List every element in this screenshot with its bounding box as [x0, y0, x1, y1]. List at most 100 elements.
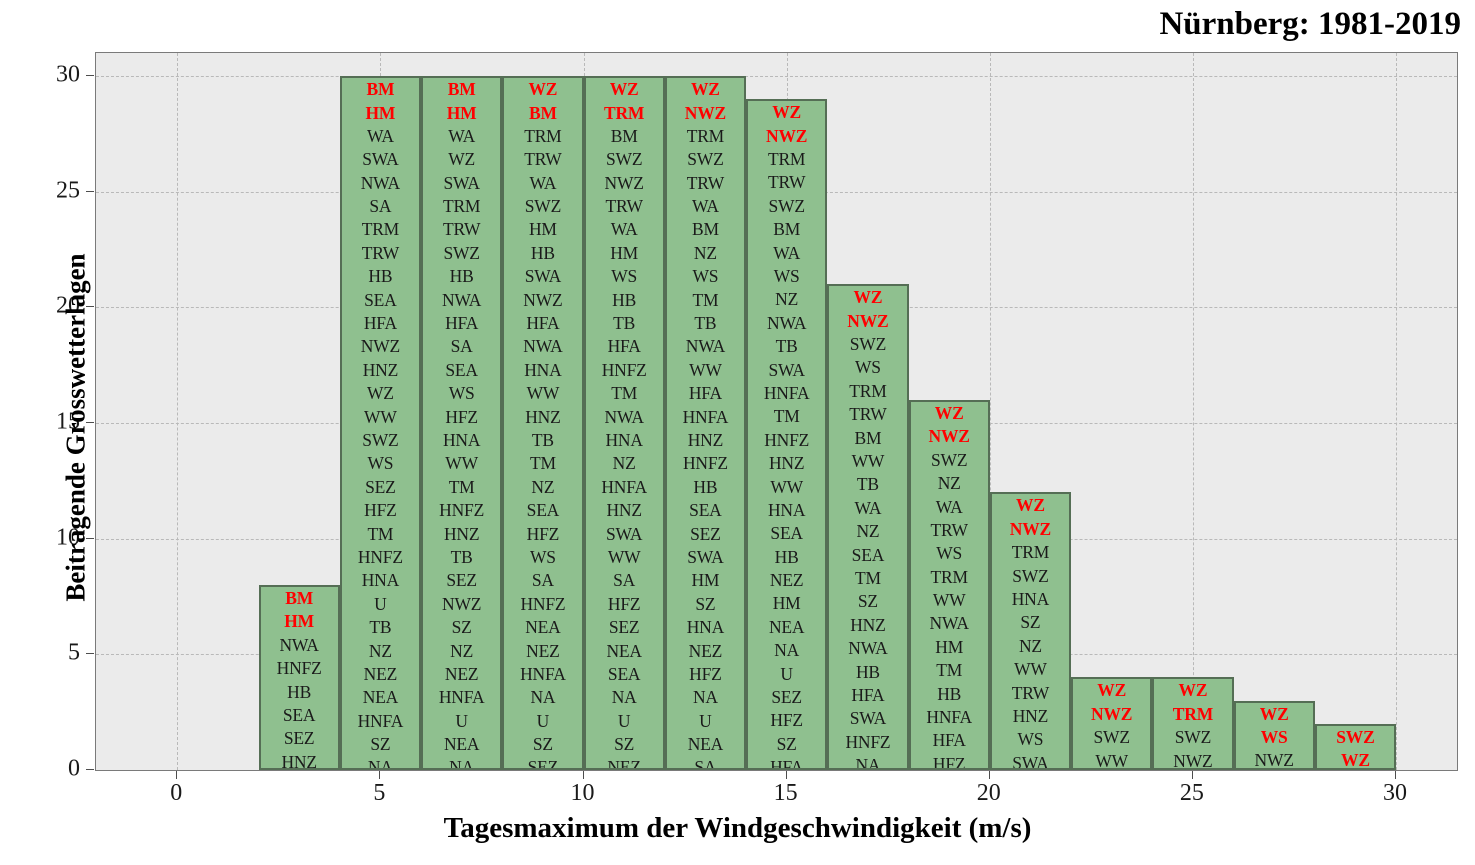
bar-label: HFZ	[526, 523, 560, 544]
bar-label: TM	[936, 660, 963, 681]
x-tick-label: 10	[570, 780, 595, 806]
bar-label: HFZ	[689, 663, 722, 684]
bar-label: TRM	[524, 125, 562, 146]
bar-label: SWZ	[1174, 727, 1212, 748]
bar-label: HNFZ	[601, 359, 647, 380]
bar-label: TM	[611, 383, 638, 404]
bar-label: SEZ	[690, 523, 721, 544]
bar-label: HNFZ	[276, 658, 322, 679]
bar-label: NEA	[606, 640, 642, 661]
bar-label: TM	[367, 523, 394, 544]
bar-label: TM	[773, 406, 800, 427]
bar-label: NWZ	[442, 593, 482, 614]
bar-label: HM	[446, 102, 477, 123]
bar-label: SWZ	[1336, 726, 1375, 747]
bar-label: SWZ	[849, 334, 887, 355]
bar-label: WS	[692, 266, 719, 287]
bar-label: WZ	[934, 402, 964, 423]
bar-label: WW	[932, 590, 966, 611]
bar-label: WW	[526, 383, 560, 404]
bar-label: HFZ	[364, 500, 397, 521]
bar-label: NA	[855, 755, 881, 770]
bar-label: BM	[691, 219, 719, 240]
bar-label: HM	[935, 636, 964, 657]
bar-label: HB	[774, 546, 799, 567]
bar: WZ NWZ SWZ WS TRM TRW BM WW TB WA NZ SEA TM SZ HNZ NWA H…	[827, 284, 909, 770]
bar-label: NWA	[929, 613, 969, 634]
bar-label: NEA	[525, 617, 561, 638]
bar-label: HFA	[607, 336, 641, 357]
bar-label: WZ	[853, 287, 883, 308]
bar-label: SA	[531, 570, 554, 591]
y-axis-label: Beitragende Grosswetterlagen	[60, 253, 91, 602]
bar-label: HNFA	[926, 707, 972, 728]
bar-label: HNZ	[768, 453, 805, 474]
bar-label: HNZ	[362, 359, 399, 380]
bar-label: TRM	[361, 219, 400, 240]
bar-label: NZ	[856, 521, 880, 542]
bar-label: SWA	[443, 172, 480, 193]
x-tick-label: 20	[976, 780, 1001, 806]
bar-label: WS	[936, 543, 963, 564]
bar-label: NZ	[612, 453, 636, 474]
bar-label: HNA	[361, 570, 400, 591]
bar-label: NEZ	[607, 757, 641, 770]
bar-label: HFA	[770, 757, 804, 770]
bar-label: HM	[610, 242, 639, 263]
bar-label: HNA	[767, 499, 806, 520]
x-tick-mark	[785, 771, 787, 779]
bar-label: TRW	[361, 242, 400, 263]
bar-label: SZ	[614, 734, 635, 755]
bar-label: TRW	[524, 149, 562, 170]
bar-label: HFA	[932, 730, 966, 751]
bar-label: SWA	[687, 546, 724, 567]
bar-label: U	[699, 710, 712, 731]
bar-label: BM	[854, 427, 882, 448]
bar-label: WW	[851, 451, 885, 472]
bar-label: WA	[773, 242, 801, 263]
bar: WZ NWZ SWZ NZ WA TRW WS TRM WW NWA HM TM HB HNFA HFA HF…	[908, 399, 990, 770]
bar-label: HNFZ	[357, 546, 403, 567]
bar-label: SEA	[770, 523, 803, 544]
bar-label: SWZ	[930, 449, 968, 470]
bar-label: HB	[855, 661, 880, 682]
bar-label: SWZ	[687, 149, 724, 170]
bar-label: HNFA	[520, 663, 566, 684]
bar-label: NA	[692, 687, 718, 708]
bar-label: SZ	[1020, 612, 1041, 633]
bar-label: NWZ	[1009, 518, 1052, 539]
bar-label: HNA	[1011, 589, 1050, 610]
bar-label: TRM	[930, 566, 968, 587]
bar-label: HFA	[851, 684, 885, 705]
x-tick-mark	[988, 771, 990, 779]
bar-label: TB	[775, 336, 798, 357]
gridline-vertical	[1396, 53, 1398, 770]
bar-label: HB	[368, 266, 393, 287]
bar-label: SEA	[689, 500, 722, 521]
bar: WZ TRM SWZ NWZ	[1152, 677, 1234, 770]
bar: WZ NWZ SWZ WW	[1071, 677, 1153, 770]
x-tick-label: 25	[1179, 780, 1204, 806]
bar-label: WS	[773, 266, 800, 286]
bar-label: HNZ	[525, 406, 561, 427]
bar-label: TB	[856, 474, 879, 495]
bar-label: NZ	[450, 640, 474, 661]
x-tick-mark	[1395, 771, 1397, 779]
bar-label: NWZ	[847, 310, 889, 331]
bar-label: SEZ	[771, 687, 802, 708]
x-tick-label: 30	[1383, 780, 1408, 806]
bar: SWZ WZ	[1314, 723, 1397, 770]
bar-label: BM	[366, 79, 395, 100]
bar: WZ NWZ TRM SWZ TRW WA BM NZ WS TM TB NWA WW HFA HNFA HN…	[664, 76, 747, 770]
bar-label: HNZ	[1012, 705, 1049, 726]
bar-label: SZ	[857, 591, 878, 612]
bar-label: NWA	[279, 634, 319, 655]
bar-label: SWA	[849, 708, 887, 729]
bar-label: NZ	[368, 640, 392, 661]
bar-label: SWA	[605, 523, 643, 544]
bar-label: WZ	[366, 383, 394, 404]
bar-label: TRW	[686, 172, 725, 193]
bar-label: WZ	[1341, 750, 1370, 770]
bar-label: HNA	[442, 430, 481, 450]
bar-label: WA	[935, 496, 963, 517]
